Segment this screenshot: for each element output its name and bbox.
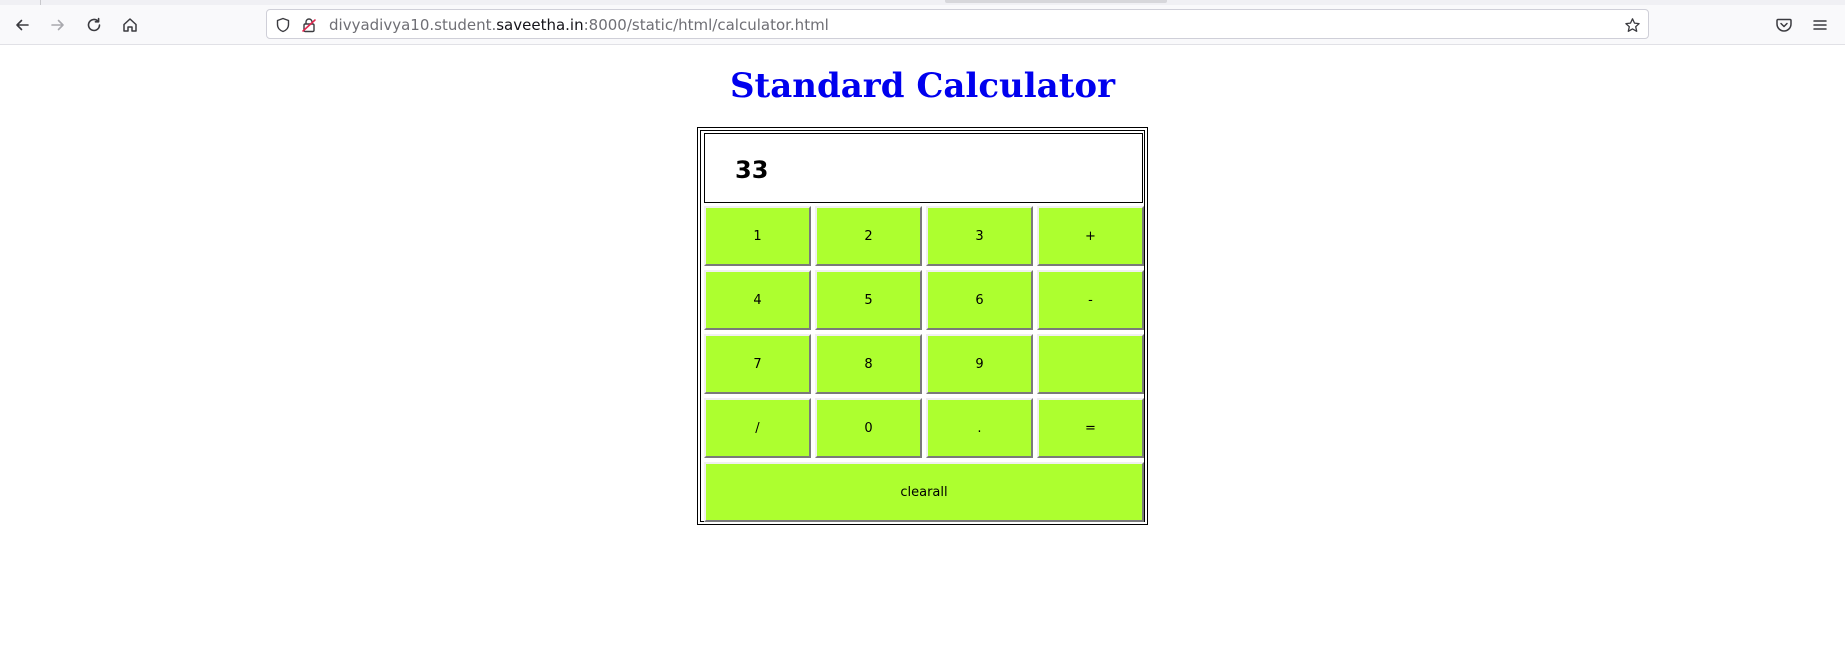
calculator-frame: 33 1 2 3 + 4 5 6 - 7 8 9 / 0 . = clearal…	[700, 130, 1145, 522]
address-bar[interactable]: divyadivya10.student.saveetha.in:8000/st…	[266, 9, 1649, 39]
forward-button[interactable]	[43, 10, 73, 40]
key-blank[interactable]	[1037, 334, 1144, 394]
key-minus[interactable]: -	[1037, 270, 1144, 330]
key-3[interactable]: 3	[926, 206, 1033, 266]
url-host: saveetha.in	[496, 16, 584, 34]
display-value: 33	[735, 156, 769, 184]
shield-icon[interactable]	[274, 16, 292, 34]
back-button[interactable]	[7, 10, 37, 40]
bookmark-star-icon[interactable]	[1623, 16, 1641, 34]
browser-toolbar: divyadivya10.student.saveetha.in:8000/st…	[0, 5, 1845, 45]
url-prefix: divyadivya10.student.	[329, 16, 497, 34]
reload-button[interactable]	[79, 10, 109, 40]
page-title: Standard Calculator	[729, 66, 1115, 106]
insecure-lock-icon[interactable]	[300, 16, 318, 34]
page-content: Standard Calculator 33 1 2 3 + 4 5 6 - 7…	[0, 46, 1845, 667]
url-text[interactable]: divyadivya10.student.saveetha.in:8000/st…	[329, 16, 829, 34]
key-8[interactable]: 8	[815, 334, 922, 394]
calculator-display[interactable]: 33	[704, 133, 1143, 203]
url-suffix: :8000/static/html/calculator.html	[583, 16, 829, 34]
calculator: 33 1 2 3 + 4 5 6 - 7 8 9 / 0 . = clearal…	[697, 127, 1148, 525]
arrow-left-icon	[16, 19, 29, 31]
clear-all-button[interactable]: clearall	[704, 462, 1144, 522]
key-divide[interactable]: /	[704, 398, 811, 458]
hamburger-menu-icon	[1813, 20, 1827, 30]
key-2[interactable]: 2	[815, 206, 922, 266]
key-6[interactable]: 6	[926, 270, 1033, 330]
home-button[interactable]	[115, 10, 145, 40]
key-1[interactable]: 1	[704, 206, 811, 266]
reload-icon	[87, 17, 101, 32]
pocket-icon	[1776, 18, 1792, 32]
key-0[interactable]: 0	[815, 398, 922, 458]
key-4[interactable]: 4	[704, 270, 811, 330]
key-5[interactable]: 5	[815, 270, 922, 330]
key-7[interactable]: 7	[704, 334, 811, 394]
active-tab-edge[interactable]	[945, 0, 1167, 3]
key-decimal[interactable]: .	[926, 398, 1033, 458]
home-icon	[123, 18, 137, 32]
arrow-right-icon	[51, 19, 64, 31]
key-equals[interactable]: =	[1037, 398, 1144, 458]
key-9[interactable]: 9	[926, 334, 1033, 394]
pocket-button[interactable]	[1769, 10, 1799, 40]
menu-button[interactable]	[1805, 10, 1835, 40]
key-plus[interactable]: +	[1037, 206, 1144, 266]
